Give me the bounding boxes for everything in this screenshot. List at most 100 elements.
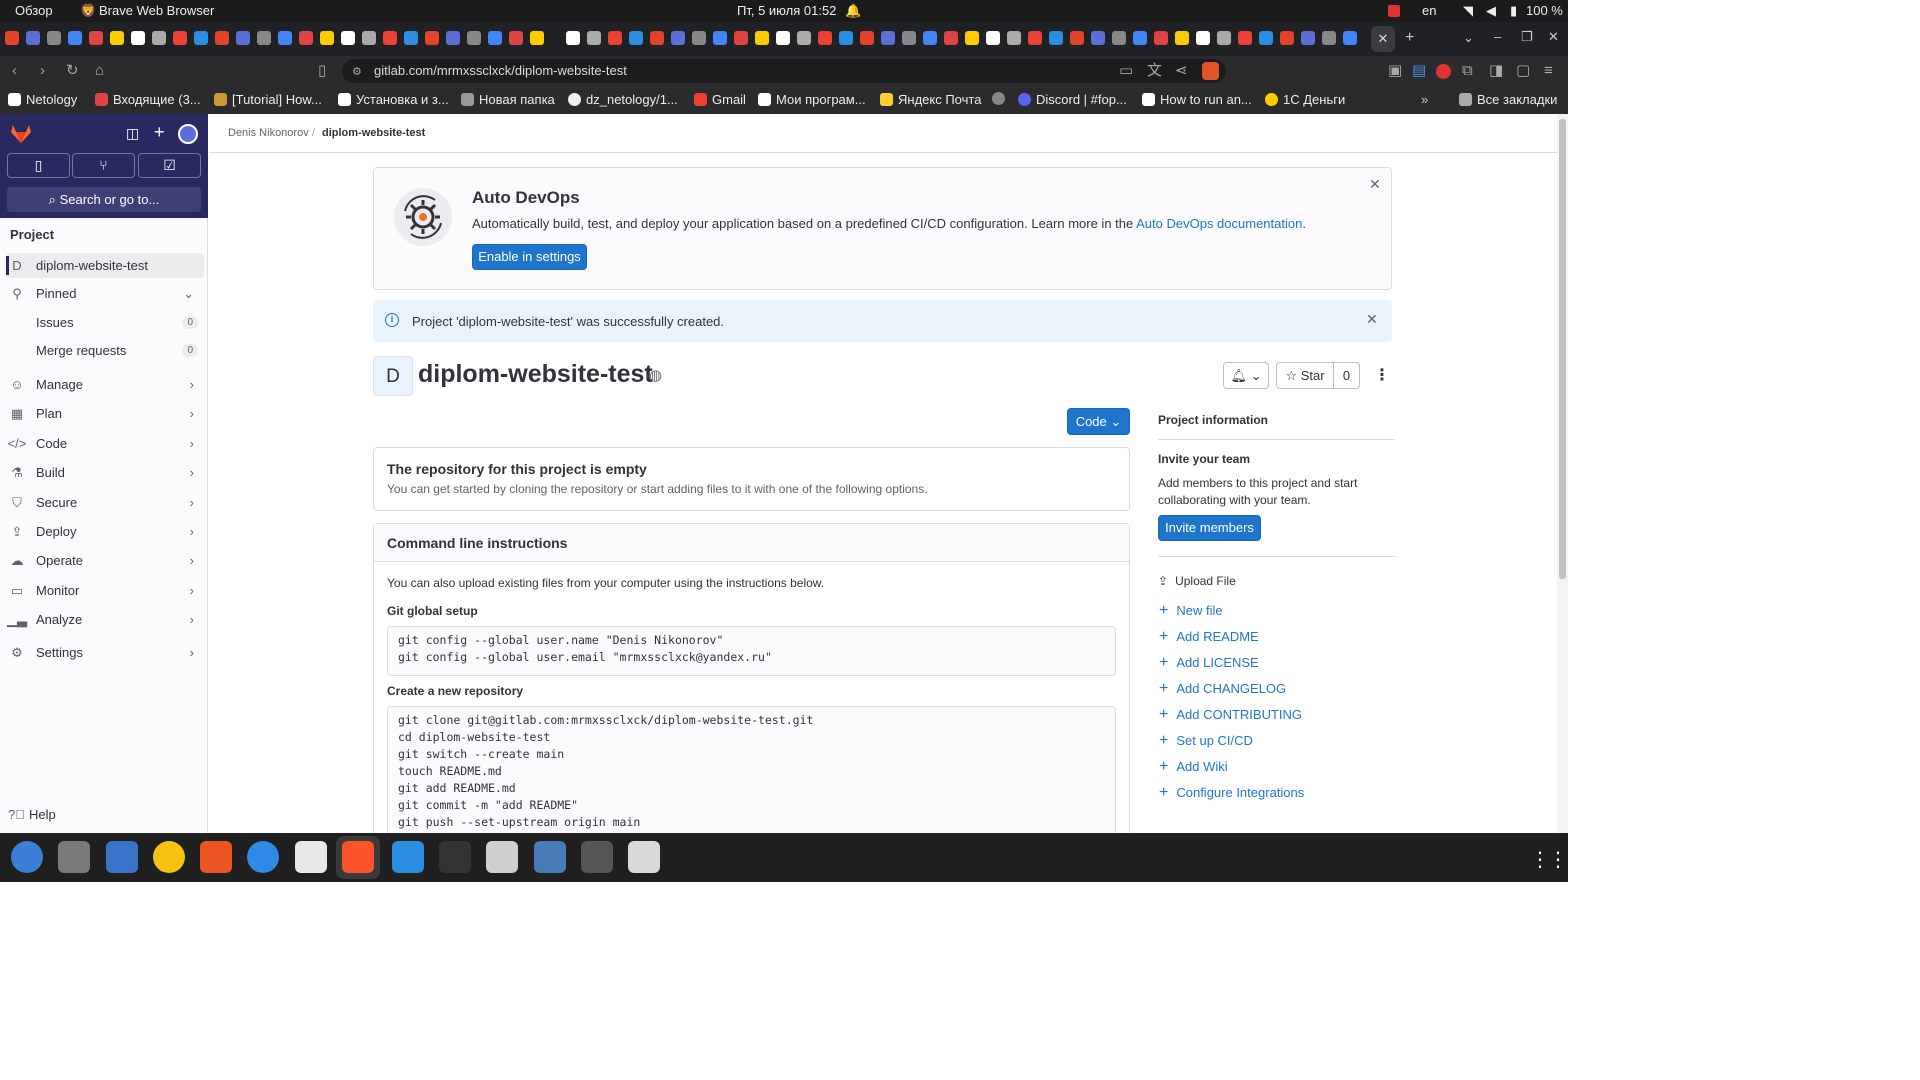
back-icon[interactable]: ‹ [12, 63, 17, 78]
pinned-tab-favicon-icon[interactable] [881, 31, 895, 45]
add-changelog-link[interactable]: + Add CHANGELOG [1159, 681, 1286, 697]
notification-dropdown[interactable]: 🔔︎ ⌄ [1223, 362, 1269, 389]
user-avatar[interactable] [178, 124, 198, 144]
pinned-tab-favicon-icon[interactable] [629, 31, 643, 45]
pinned-tab-favicon-icon[interactable] [404, 31, 418, 45]
search-button[interactable]: ⌕ Search or go to... [7, 187, 201, 212]
ssd-drive-icon[interactable] [581, 841, 613, 873]
bookmark-new-folder[interactable]: Новая папка [461, 92, 555, 107]
help-app-icon[interactable] [247, 841, 279, 873]
breadcrumb-project[interactable]: diplom-website-test [322, 127, 425, 139]
tab-list-icon[interactable]: ⌄ [1463, 30, 1474, 46]
pinned-tab-favicon-icon[interactable] [68, 31, 82, 45]
sidebar-item-project[interactable]: D diplom-website-test [6, 253, 204, 278]
pinned-tab-favicon-icon[interactable] [278, 31, 292, 45]
forward-icon[interactable]: › [40, 63, 45, 78]
pinned-tab-favicon-icon[interactable] [713, 31, 727, 45]
pinned-tab-favicon-icon[interactable] [47, 31, 61, 45]
pinned-tab-favicon-icon[interactable] [1112, 31, 1126, 45]
translate-icon[interactable]: 文 [1147, 63, 1162, 78]
new-tab-icon[interactable]: + [1405, 29, 1414, 47]
pinned-tab-favicon-icon[interactable] [299, 31, 313, 45]
pinned-tab-favicon-icon[interactable] [215, 31, 229, 45]
pinned-tab-favicon-icon[interactable] [194, 31, 208, 45]
pinned-tab-favicon-icon[interactable] [797, 31, 811, 45]
pinned-tab-favicon-icon[interactable] [923, 31, 937, 45]
add-wiki-link[interactable]: + Add Wiki [1159, 759, 1228, 775]
pinned-tab-favicon-icon[interactable] [776, 31, 790, 45]
sidebar-item-manage[interactable]: ☺ Manage › [6, 372, 204, 397]
pinned-tab-favicon-icon[interactable] [902, 31, 916, 45]
upload-file-button[interactable]: ⇪ Upload File [1158, 574, 1236, 588]
pinned-tab-favicon-icon[interactable] [1070, 31, 1084, 45]
pinned-tab-favicon-icon[interactable] [173, 31, 187, 45]
pinned-tab-favicon-icon[interactable] [1028, 31, 1042, 45]
writer-icon[interactable] [106, 841, 138, 873]
pinned-tab-favicon-icon[interactable] [1133, 31, 1147, 45]
todo-shortcut-icon[interactable]: ☑ [138, 153, 201, 178]
pinned-tab-favicon-icon[interactable] [608, 31, 622, 45]
pinned-tab-favicon-icon[interactable] [5, 31, 19, 45]
bookmark-tutorial[interactable]: [Tutorial] How... [214, 92, 322, 107]
pinned-tab-favicon-icon[interactable] [587, 31, 601, 45]
pinned-tab-favicon-icon[interactable] [1217, 31, 1231, 45]
pinned-tab-favicon-icon[interactable] [152, 31, 166, 45]
invite-members-button[interactable]: Invite members [1158, 515, 1261, 541]
bookmark-gmail[interactable]: Gmail [694, 92, 746, 107]
bookmark-github[interactable]: dz_netology/1... [568, 92, 678, 107]
pinned-tab-favicon-icon[interactable] [650, 31, 664, 45]
apps-grid-icon[interactable]: ⋮⋮⋮ [1530, 847, 1586, 872]
trash-icon[interactable] [628, 841, 660, 873]
pinned-tab-favicon-icon[interactable] [488, 31, 502, 45]
text-editor-icon[interactable] [295, 841, 327, 873]
menu-icon[interactable]: ≡ [1544, 63, 1553, 78]
pinned-tab-favicon-icon[interactable] [467, 31, 481, 45]
bookmark-how-to-run[interactable]: How to run an... [1142, 92, 1252, 107]
gitlab-logo-icon[interactable] [10, 124, 32, 144]
extension-icon-1[interactable]: ▣ [1388, 63, 1402, 78]
bookmark-inbox[interactable]: Входящие (3... [95, 92, 201, 107]
bookmark-netology[interactable]: Netology [8, 92, 77, 107]
share-icon[interactable]: ⋖ [1175, 63, 1188, 78]
pinned-tab-favicon-icon[interactable] [236, 31, 250, 45]
extensions-icon[interactable]: ⧉ [1462, 63, 1473, 78]
sidebar-item-operate[interactable]: ☁ Operate › [6, 548, 204, 573]
sidebar-item-merge-requests[interactable]: Merge requests 0 [6, 338, 204, 363]
terminal-icon[interactable] [439, 841, 471, 873]
extension-icon-2[interactable] [1436, 64, 1451, 79]
pinned-tab-favicon-icon[interactable] [1238, 31, 1252, 45]
sidebar-item-analyze[interactable]: ▁▃ Analyze › [6, 607, 204, 632]
sidebar-item-settings[interactable]: ⚙ Settings › [6, 640, 204, 665]
pinned-tab-favicon-icon[interactable] [509, 31, 523, 45]
pinned-tab-favicon-icon[interactable] [257, 31, 271, 45]
pinned-tab-favicon-icon[interactable] [860, 31, 874, 45]
brave-shields-icon[interactable] [1202, 62, 1219, 80]
maximize-icon[interactable]: ❐ [1521, 29, 1533, 45]
pinned-tab-favicon-icon[interactable] [425, 31, 439, 45]
enable-in-settings-button[interactable]: Enable in settings [472, 244, 587, 270]
pinned-tab-favicon-icon[interactable] [362, 31, 376, 45]
app-center-icon[interactable] [200, 841, 232, 873]
star-count[interactable]: 0 [1333, 362, 1360, 389]
screen-record-icon[interactable] [1388, 5, 1400, 17]
page-scrollbar[interactable] [1557, 114, 1568, 833]
keyboard-layout[interactable]: en [1422, 3, 1436, 18]
document-viewer-icon[interactable] [486, 841, 518, 873]
active-app-name[interactable]: Brave Web Browser [99, 3, 214, 18]
thunderbird-icon[interactable] [11, 841, 43, 873]
sidebar-item-code[interactable]: </> Code › [6, 431, 204, 456]
setup-cicd-link[interactable]: + Set up CI/CD [1159, 733, 1253, 749]
bookmark-1c[interactable]: 1С Деньги [1265, 92, 1345, 107]
pinned-tab-favicon-icon[interactable] [131, 31, 145, 45]
pinned-tab-favicon-icon[interactable] [89, 31, 103, 45]
pinned-tab-favicon-icon[interactable] [383, 31, 397, 45]
brave-browser-icon[interactable] [342, 841, 374, 873]
clock[interactable]: Пт, 5 июля 01:52 [737, 3, 836, 18]
git-global-setup-code[interactable]: git config --global user.name "Denis Nik… [387, 626, 1116, 676]
all-bookmarks[interactable]: Все закладки [1459, 92, 1557, 107]
add-license-link[interactable]: + Add LICENSE [1159, 655, 1259, 671]
pinned-tab-favicon-icon[interactable] [566, 31, 580, 45]
pinned-tab-favicon-icon[interactable] [755, 31, 769, 45]
pinned-tab-favicon-icon[interactable] [1259, 31, 1273, 45]
pinned-tab-favicon-icon[interactable] [320, 31, 334, 45]
